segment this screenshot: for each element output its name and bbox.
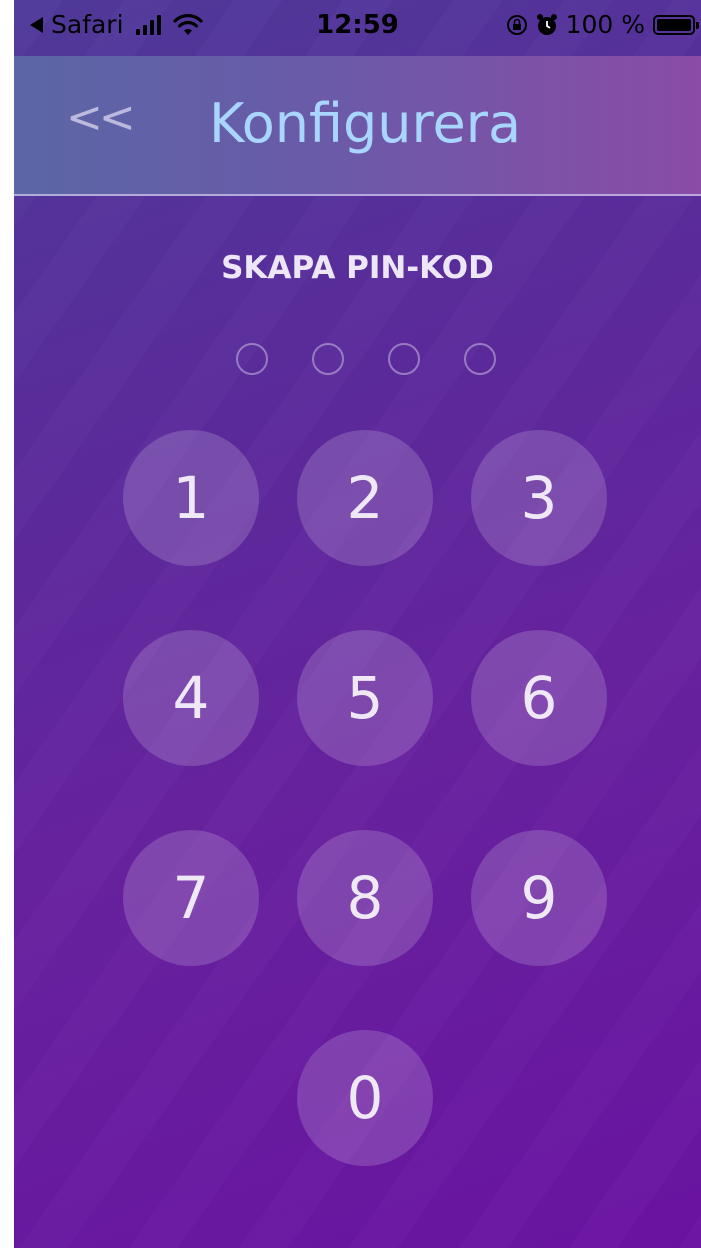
key-8[interactable]: 8	[297, 830, 433, 966]
key-1[interactable]: 1	[123, 430, 259, 566]
battery-icon	[653, 14, 699, 35]
key-3[interactable]: 3	[471, 430, 607, 566]
pin-dot	[312, 343, 344, 375]
key-9[interactable]: 9	[471, 830, 607, 966]
key-0[interactable]: 0	[297, 1030, 433, 1166]
status-bar: Safari 12:59 100 %	[14, 0, 701, 56]
key-2[interactable]: 2	[297, 430, 433, 566]
battery-percent: 100 %	[565, 10, 645, 39]
status-bar-right: 100 %	[506, 10, 699, 39]
alarm-icon	[536, 13, 557, 35]
app-screen: Safari 12:59 100 % << Konfigurera SKAPA …	[14, 0, 701, 1248]
pin-dots	[236, 343, 496, 375]
key-5[interactable]: 5	[297, 630, 433, 766]
nav-header: << Konfigurera	[14, 56, 701, 196]
key-7[interactable]: 7	[123, 830, 259, 966]
key-4[interactable]: 4	[123, 630, 259, 766]
back-button[interactable]: <<	[66, 92, 136, 143]
pin-prompt-label: SKAPA PIN-KOD	[221, 250, 494, 286]
key-6[interactable]: 6	[471, 630, 607, 766]
rotation-lock-icon	[506, 14, 527, 35]
pin-dot	[388, 343, 420, 375]
pin-dot	[236, 343, 268, 375]
battery-fill	[657, 18, 691, 31]
pin-dot	[464, 343, 496, 375]
page-title: Konfigurera	[209, 92, 522, 155]
